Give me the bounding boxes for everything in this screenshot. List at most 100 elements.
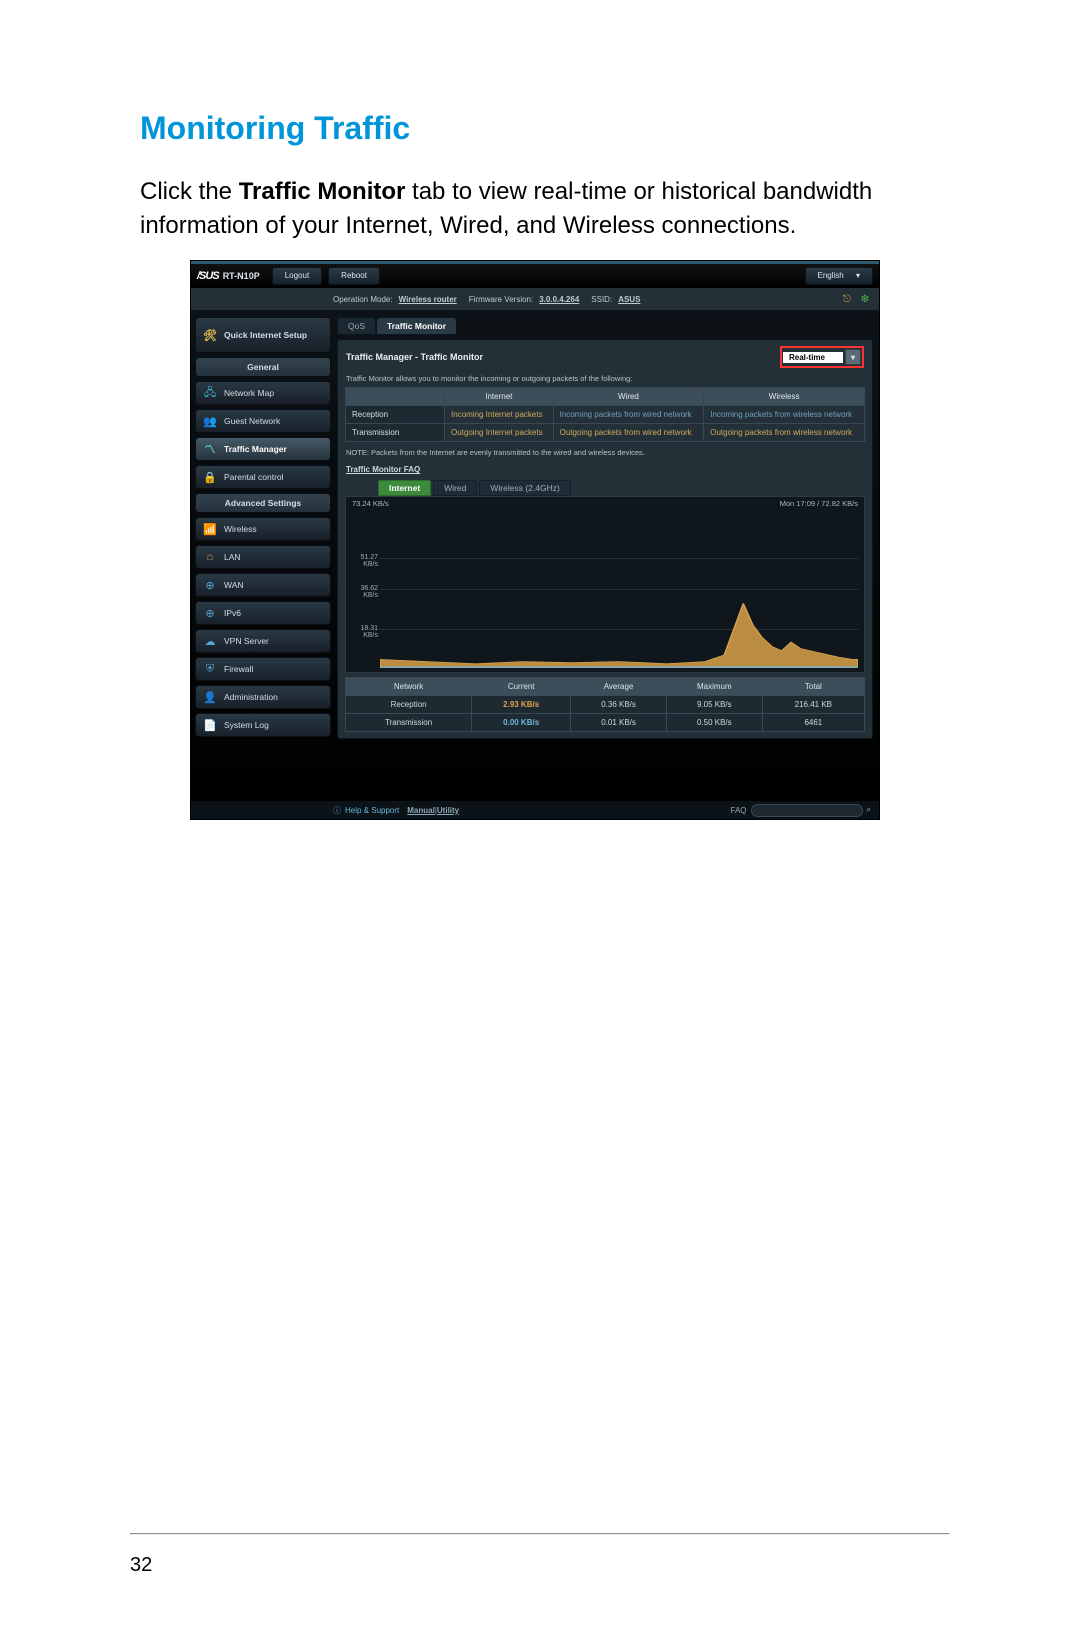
timeframe-select[interactable]: Real-time <box>783 352 843 363</box>
help-support[interactable]: Help & Support <box>345 806 399 815</box>
nav-icon: ☁ <box>202 634 218 648</box>
sidebar-item-label: Network Map <box>224 388 274 398</box>
sidebar: 🛠 Quick Internet Setup General 🖧 Network … <box>191 311 337 801</box>
chart-tab-wireless[interactable]: Wireless (2.4GHz) <box>479 480 570 496</box>
nav-icon: 🔒 <box>202 470 218 484</box>
sidebar-item-label: Firewall <box>224 664 253 674</box>
sidebar-item-label: System Log <box>224 720 269 730</box>
sidebar-item-guest-network[interactable]: 👥Guest Network <box>195 409 331 433</box>
chart-timestamp: Mon 17:09 / 72.82 KB/s <box>780 499 858 508</box>
page-title: Monitoring Traffic <box>140 110 950 147</box>
faq-label: FAQ <box>731 806 747 815</box>
stats-cell: 2.93 KB/s <box>472 696 571 714</box>
row-header: Reception <box>346 406 445 424</box>
stats-cell: 0.01 KB/s <box>571 714 667 732</box>
packet-link[interactable]: Incoming packets from wired network <box>553 406 704 424</box>
sidebar-item-wan[interactable]: ⊕WAN <box>195 573 331 597</box>
nav-icon: ⊕ <box>202 606 218 620</box>
brand-logo: /SUS <box>197 270 219 282</box>
col-header: Wireless <box>704 388 865 406</box>
sidebar-item-ipv6[interactable]: ⊕ IPv6 <box>195 601 331 625</box>
packet-note: NOTE: Packets from the Internet are even… <box>346 448 864 457</box>
sidebar-item-label: Parental control <box>224 472 284 482</box>
manual-link[interactable]: Manual <box>407 806 435 815</box>
stats-row-head: Transmission <box>346 714 472 732</box>
language-select[interactable]: English ▾ <box>805 267 874 285</box>
sidebar-item-label: Wireless <box>224 524 257 534</box>
sidebar-item-traffic-manager[interactable]: 〽Traffic Manager <box>195 437 331 461</box>
nav-icon: 📶 <box>202 522 218 536</box>
nav-icon: 👤 <box>202 690 218 704</box>
sidebar-item-firewall[interactable]: ⛨ Firewall <box>195 657 331 681</box>
stats-cell: 0.50 KB/s <box>666 714 762 732</box>
sidebar-item-lan[interactable]: ⌂LAN <box>195 545 331 569</box>
sidebar-item-vpn-server[interactable]: ☁ VPN Server <box>195 629 331 653</box>
ssid-link[interactable]: ASUS <box>618 295 640 304</box>
opmode-link[interactable]: Wireless router <box>399 295 457 304</box>
y-tick: 51.27 KB/s <box>346 554 378 568</box>
packet-link[interactable]: Outgoing packets from wired network <box>553 424 704 442</box>
nav-icon: 🖧 <box>202 386 218 400</box>
stats-row-head: Reception <box>346 696 472 714</box>
reboot-button[interactable]: Reboot <box>328 267 380 285</box>
chart-tab-internet[interactable]: Internet <box>378 480 431 496</box>
sidebar-item-system-log[interactable]: 📄 System Log <box>195 713 331 737</box>
traffic-faq-link[interactable]: Traffic Monitor FAQ <box>346 465 420 474</box>
sidebar-item-label: IPv6 <box>224 608 241 618</box>
y-tick: 36.62 KB/s <box>346 585 378 599</box>
tab-traffic-monitor[interactable]: Traffic Monitor <box>376 317 457 335</box>
info-icon: ⓘ <box>333 805 341 816</box>
stats-cell: 9.05 KB/s <box>666 696 762 714</box>
section-general: General <box>195 357 331 377</box>
firmware-link[interactable]: 3.0.0.4.264 <box>539 295 579 304</box>
nav-icon: ⛨ <box>202 662 218 676</box>
sidebar-item-label: Administration <box>224 692 278 702</box>
packet-link[interactable]: Outgoing packets from wireless network <box>704 424 865 442</box>
wifi-status-icon[interactable]: ⎋ <box>841 293 853 305</box>
realtime-highlight: Real-time ▾ <box>780 346 864 368</box>
stats-col: Maximum <box>666 678 762 696</box>
series-reception <box>380 603 858 668</box>
sidebar-item-administration[interactable]: 👤 Administration <box>195 685 331 709</box>
page-rule <box>130 1533 950 1535</box>
sidebar-item-label: VPN Server <box>224 636 269 646</box>
stats-col: Total <box>762 678 864 696</box>
sidebar-item-label: LAN <box>224 552 241 562</box>
panel-desc: Traffic Monitor allows you to monitor th… <box>346 374 864 383</box>
app-footer: ⓘ Help & Support Manual | Utility FAQ ⌕ <box>191 801 879 819</box>
series-transmission <box>380 667 858 668</box>
y-tick: 18.31 KB/s <box>346 625 378 639</box>
quick-setup-button[interactable]: 🛠 Quick Internet Setup <box>195 317 331 353</box>
col-header: Wired <box>553 388 704 406</box>
packet-link[interactable]: Incoming packets from wireless network <box>704 406 865 424</box>
row-header: Transmission <box>346 424 445 442</box>
chevron-down-icon[interactable]: ▾ <box>845 349 861 365</box>
traffic-panel: Traffic Manager - Traffic Monitor Real-t… <box>337 339 873 739</box>
router-screenshot: /SUS RT-N10P Logout Reboot English ▾ Ope… <box>190 260 880 820</box>
stats-cell: 6461 <box>762 714 864 732</box>
search-icon[interactable]: ⌕ <box>867 805 871 815</box>
chart-ytop: 73.24 KB/s <box>352 499 389 508</box>
packet-link[interactable]: Incoming Internet packets <box>445 406 554 424</box>
nav-icon: 📄 <box>202 718 218 732</box>
nav-icon: ⊕ <box>202 578 218 592</box>
utility-link[interactable]: Utility <box>437 806 459 815</box>
sidebar-item-parental-control[interactable]: 🔒 Parental control <box>195 465 331 489</box>
wrench-icon: 🛠 <box>202 328 218 342</box>
tab-qos[interactable]: QoS <box>337 317 376 335</box>
sidebar-item-network-map[interactable]: 🖧 Network Map <box>195 381 331 405</box>
faq-search-input[interactable] <box>751 804 863 817</box>
col-header: Internet <box>445 388 554 406</box>
packet-link[interactable]: Outgoing Internet packets <box>445 424 554 442</box>
sidebar-item-wireless[interactable]: 📶 Wireless <box>195 517 331 541</box>
sidebar-item-label: Guest Network <box>224 416 280 426</box>
chart-tab-wired[interactable]: Wired <box>433 480 477 496</box>
logout-button[interactable]: Logout <box>272 267 322 285</box>
stats-col: Network <box>346 678 472 696</box>
nav-icon: 〽 <box>202 442 218 456</box>
stats-col: Current <box>472 678 571 696</box>
intro-text: Click the Traffic Monitor tab to view re… <box>140 175 950 242</box>
stats-col: Average <box>571 678 667 696</box>
chevron-down-icon: ▾ <box>856 271 860 280</box>
signal-icon[interactable]: ❇ <box>859 293 871 305</box>
